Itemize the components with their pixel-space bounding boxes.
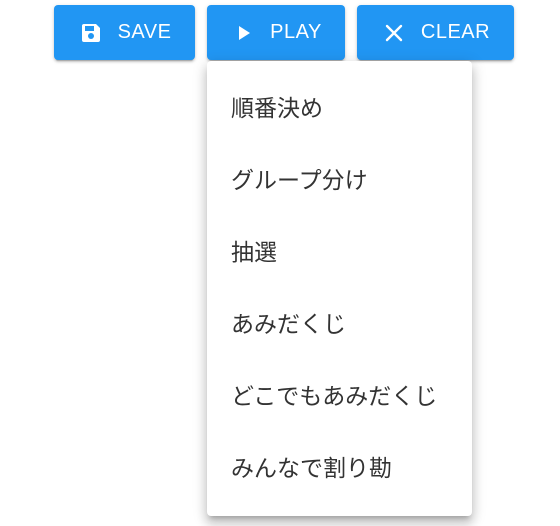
menu-item-amidakuji[interactable]: あみだくじ [207,286,472,358]
floppy-disk-icon [78,20,104,46]
play-button[interactable]: PLAY [207,5,345,60]
play-dropdown-menu: 順番決め グループ分け 抽選 あみだくじ どこでもあみだくじ みんなで割り勘 [207,61,472,516]
menu-item-anywhere-amidakuji[interactable]: どこでもあみだくじ [207,358,472,430]
menu-item-grouping[interactable]: グループ分け [207,142,472,214]
save-label: SAVE [117,21,172,43]
menu-item-order[interactable]: 順番決め [207,70,472,142]
menu-item-split-bill[interactable]: みんなで割り勘 [207,430,472,502]
clear-label: CLEAR [420,21,491,43]
menu-item-lottery[interactable]: 抽選 [207,214,472,286]
play-label: PLAY [270,21,322,43]
save-button[interactable]: SAVE [54,5,195,60]
close-icon [381,20,407,46]
clear-button[interactable]: CLEAR [357,5,514,60]
play-icon [230,20,256,46]
app-stage: SAVE PLAY CLEAR 順番決め グループ分け 抽選 あみだくじ どこで… [0,0,560,526]
